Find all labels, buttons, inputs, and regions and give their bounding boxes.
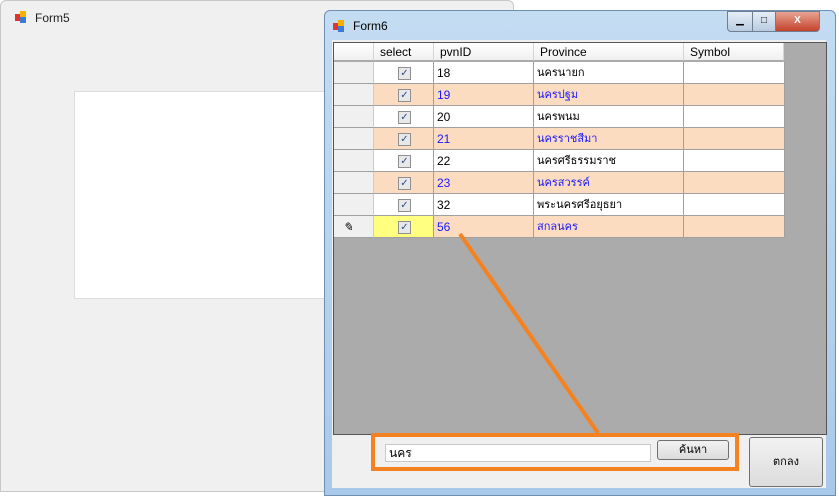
annotation-overlay — [371, 232, 739, 471]
annotation-arrow-line — [458, 232, 600, 435]
annotation-highlight-box — [371, 433, 739, 471]
